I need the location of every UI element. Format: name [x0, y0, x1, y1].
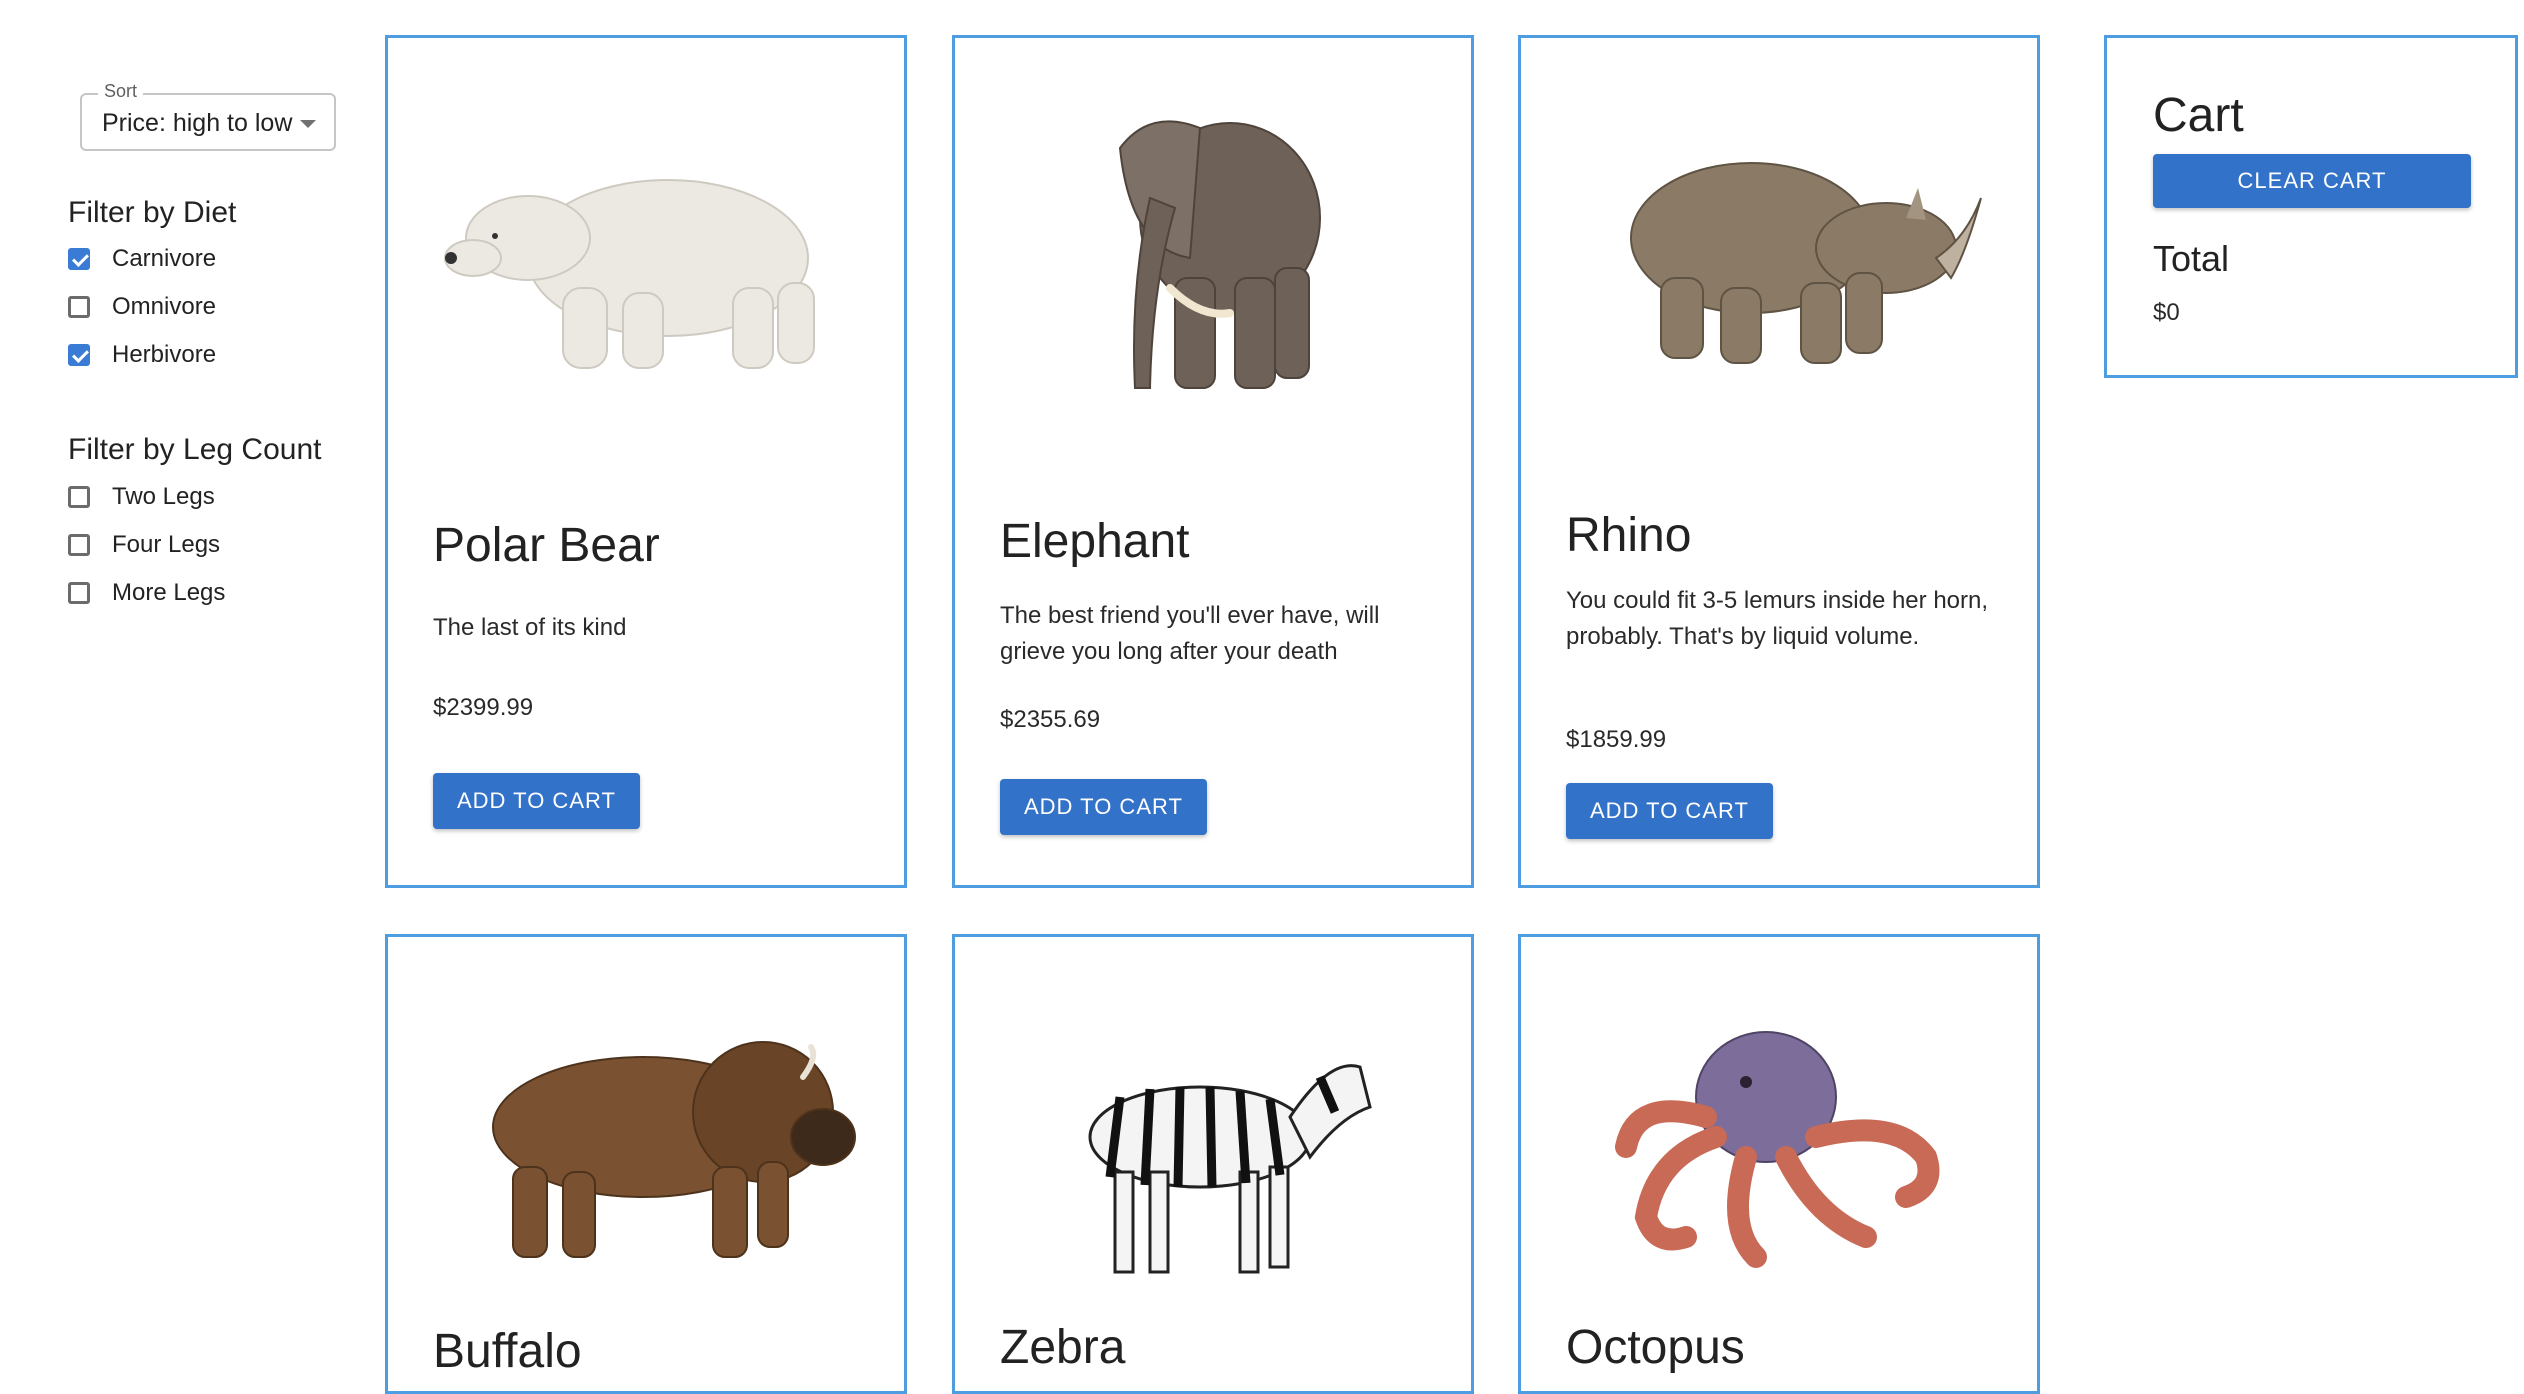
- polar-bear-image: [444, 179, 815, 369]
- sort-select[interactable]: Sort Price: high to low: [80, 81, 336, 151]
- sort-selected-value: Price: high to low: [102, 109, 293, 137]
- legs-option-more[interactable]: More Legs: [68, 576, 225, 610]
- diet-option-carnivore[interactable]: Carnivore: [68, 242, 216, 276]
- product-name: Polar Bear: [433, 519, 660, 572]
- leg-count-filter-title: Filter by Leg Count: [68, 433, 322, 466]
- buffalo-image: [492, 1041, 856, 1258]
- caret-down-icon: [300, 120, 316, 128]
- checkbox-checked-icon[interactable]: [68, 248, 90, 270]
- legs-option-label: Two Legs: [112, 483, 215, 510]
- product-price: $2355.69: [1000, 706, 1101, 733]
- checkbox-unchecked-icon[interactable]: [68, 296, 90, 318]
- total-label: Total: [2153, 238, 2230, 279]
- product-name: Octopus: [1566, 1321, 1745, 1374]
- product-name: Zebra: [1000, 1321, 1126, 1374]
- sort-legend: Sort: [98, 81, 144, 102]
- diet-option-omnivore[interactable]: Omnivore: [68, 290, 216, 324]
- product-card-buffalo: Buffalo: [385, 934, 907, 1394]
- elephant-image: [1118, 120, 1321, 389]
- cart-title: Cart: [2153, 89, 2244, 142]
- product-card-elephant: Elephant The best friend you'll ever hav…: [952, 35, 1474, 888]
- legs-option-four[interactable]: Four Legs: [68, 528, 220, 562]
- checkbox-checked-icon[interactable]: [68, 344, 90, 366]
- rhino-image: [1630, 162, 1982, 364]
- diet-option-label: Herbivore: [112, 341, 217, 368]
- total-value: $0: [2153, 299, 2180, 326]
- add-to-cart-button[interactable]: ADD TO CART: [1000, 779, 1207, 835]
- legs-option-two[interactable]: Two Legs: [68, 480, 215, 514]
- product-name: Rhino: [1566, 509, 1692, 562]
- filter-sidebar: Sort Price: high to low Filter by Diet C…: [0, 0, 370, 1376]
- product-name: Buffalo: [433, 1325, 582, 1378]
- product-card-octopus: Octopus: [1518, 934, 2040, 1394]
- product-price: $1859.99: [1566, 726, 1667, 753]
- add-to-cart-button[interactable]: ADD TO CART: [433, 773, 640, 829]
- product-name: Elephant: [1000, 515, 1190, 568]
- cart-panel: Cart CLEAR CART Total $0: [2104, 35, 2518, 378]
- product-price: $2399.99: [433, 694, 534, 721]
- octopus-image: [1615, 1031, 1940, 1268]
- diet-option-label: Omnivore: [112, 293, 217, 320]
- product-card-zebra: Zebra: [952, 934, 1474, 1394]
- legs-option-label: Four Legs: [112, 531, 221, 558]
- add-to-cart-button[interactable]: ADD TO CART: [1566, 783, 1773, 839]
- diet-filter-title: Filter by Diet: [68, 196, 237, 229]
- checkbox-unchecked-icon[interactable]: [68, 582, 90, 604]
- checkbox-unchecked-icon[interactable]: [68, 486, 90, 508]
- product-card-polar-bear: Polar Bear The last of its kind $2399.99…: [385, 35, 907, 888]
- diet-option-herbivore[interactable]: Herbivore: [68, 338, 216, 372]
- product-description: You could fit 3-5 lemurs inside her horn…: [1566, 587, 1989, 650]
- zebra-image: [1088, 1064, 1372, 1274]
- checkbox-unchecked-icon[interactable]: [68, 534, 90, 556]
- product-description: The best friend you'll ever have, will g…: [1000, 602, 1380, 665]
- legs-option-label: More Legs: [112, 579, 226, 606]
- product-description: The last of its kind: [433, 614, 627, 641]
- diet-option-label: Carnivore: [112, 245, 217, 272]
- product-card-rhino: Rhino You could fit 3-5 lemurs inside he…: [1518, 35, 2040, 888]
- clear-cart-button[interactable]: CLEAR CART: [2153, 154, 2471, 208]
